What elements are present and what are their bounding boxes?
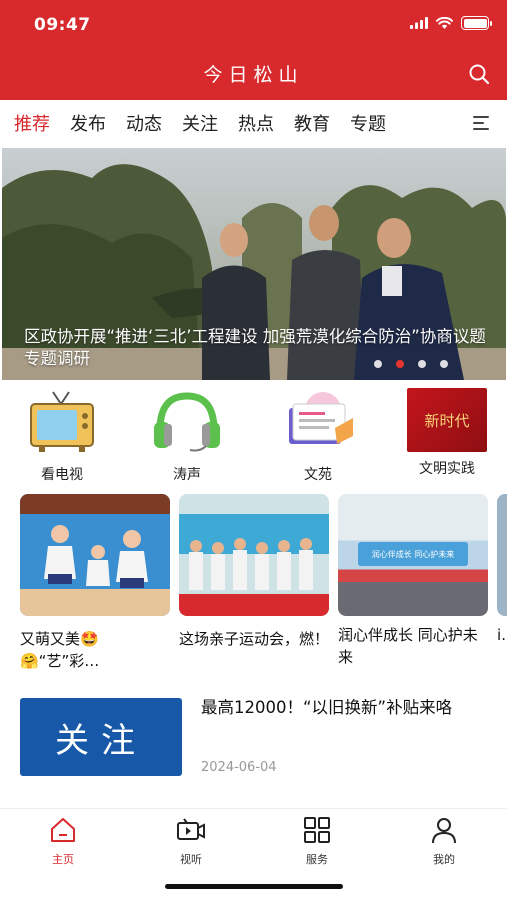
tab-3[interactable]: 关注 <box>182 110 218 136</box>
quick-link-label: 文苑 <box>304 467 332 483</box>
card-image: 润心伴成长 同心护未来 <box>338 494 488 616</box>
news-date: 2024-06-04 <box>201 760 277 775</box>
new-era-text: 新时代 <box>424 411 470 430</box>
carousel-indicator <box>374 360 448 368</box>
carousel-dot[interactable] <box>374 360 382 368</box>
nav-label: 主页 <box>52 853 74 866</box>
card-item[interactable]: 这场亲子运动会，燃！ <box>179 494 329 650</box>
tab-1[interactable]: 发布 <box>70 110 106 136</box>
card-item[interactable]: 又萌又美🤩🤗“艺”彩… <box>20 494 170 672</box>
signal-icon <box>410 17 428 29</box>
status-icons <box>410 16 492 30</box>
category-tabs: 推荐 发布 动态 关注 热点 教育 专题 <box>0 100 507 146</box>
tab-4[interactable]: 热点 <box>238 110 274 136</box>
card-title[interactable]: 这场亲子运动会，燃！ <box>179 628 329 650</box>
tab-menu-icon[interactable] <box>473 116 489 134</box>
wifi-icon <box>436 17 453 29</box>
quick-link-civilization[interactable]: 新时代 文明实践 <box>392 388 502 478</box>
battery-icon <box>461 16 492 30</box>
headphones-icon <box>154 392 220 452</box>
tab-2[interactable]: 动态 <box>126 110 162 136</box>
quick-link-taosheng[interactable]: 涛声 <box>132 388 242 484</box>
book-icon <box>289 392 353 444</box>
card-title[interactable]: 又萌又美🤩🤗“艺”彩… <box>20 628 170 672</box>
nav-services[interactable]: 服务 <box>277 815 357 867</box>
card-item[interactable]: i… <box>497 494 507 646</box>
nav-profile[interactable]: 我的 <box>404 815 484 867</box>
tab-6[interactable]: 专题 <box>350 110 386 136</box>
carousel-dot[interactable] <box>440 360 448 368</box>
quick-link-label: 看电视 <box>41 467 83 483</box>
quick-link-wenyuan[interactable]: 文苑 <box>263 388 373 484</box>
news-title[interactable]: 最高12000！“以旧换新”补贴来咯 <box>201 696 491 719</box>
news-thumbnail: 关注 <box>20 698 182 776</box>
user-icon <box>432 818 456 844</box>
status-time: 09:47 <box>34 15 91 35</box>
tv-icon <box>30 391 94 452</box>
nav-label: 服务 <box>306 853 328 866</box>
quick-link-label: 涛声 <box>173 467 201 483</box>
card-image <box>20 494 170 616</box>
news-item[interactable]: 关注 最高12000！“以旧换新”补贴来咯 2024-06-04 <box>20 696 490 780</box>
app-header: 09:47 今日松山 <box>0 0 507 100</box>
card-item[interactable]: 润心伴成长 同心护未来 润心伴成长 同心护未来 <box>338 494 488 668</box>
app-title: 今日松山 <box>203 64 304 86</box>
nav-label: 我的 <box>433 853 455 866</box>
card-image-banner: 润心伴成长 同心护未来 <box>358 542 468 566</box>
bottom-nav: 主页 视听 服务 我的 <box>0 808 507 870</box>
card-image <box>497 494 507 616</box>
carousel-dot[interactable] <box>396 360 404 368</box>
search-icon[interactable] <box>467 62 491 86</box>
tab-5[interactable]: 教育 <box>294 110 330 136</box>
new-era-banner-icon: 新时代 <box>407 388 487 452</box>
card-title[interactable]: 润心伴成长 同心护未来 <box>338 624 488 668</box>
grid-icon <box>304 817 330 843</box>
video-cards: 又萌又美🤩🤗“艺”彩… 这场亲子运动会，燃！ 润心伴成长 同心护未来 润心伴成长… <box>20 494 507 674</box>
home-indicator <box>165 884 343 889</box>
carousel-dot[interactable] <box>418 360 426 368</box>
quick-link-tv[interactable]: 看电视 <box>7 388 117 484</box>
card-image <box>179 494 329 616</box>
quick-links: 看电视 涛声 文苑 新时代 文明实践 <box>0 388 507 484</box>
nav-video[interactable]: 视听 <box>151 815 231 867</box>
nav-label: 视听 <box>180 853 202 866</box>
video-icon <box>177 818 205 840</box>
home-icon <box>51 818 75 842</box>
quick-link-label: 文明实践 <box>419 461 475 477</box>
tab-0[interactable]: 推荐 <box>14 110 50 136</box>
card-title[interactable]: i… <box>497 624 507 646</box>
nav-home[interactable]: 主页 <box>23 815 103 867</box>
banner-carousel[interactable]: 区政协开展“推进‘三北’工程建设 加强荒漠化综合防治”协商议题专题调研 <box>2 148 506 380</box>
